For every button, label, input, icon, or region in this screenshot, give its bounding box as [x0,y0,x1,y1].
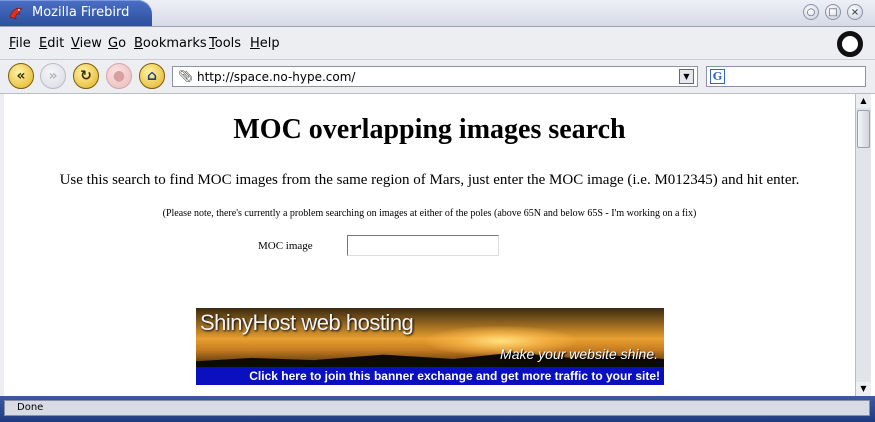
menu-help-accel: H [250,36,260,51]
menu-go[interactable]: Go [108,36,126,51]
forward-button[interactable]: » [40,63,66,89]
intro-text: Use this search to find MOC images from … [59,172,800,188]
menu-bookmarks-label: ookmarks [142,36,207,51]
menu-help-label: elp [259,36,280,51]
url-bar[interactable]: 📎︎ http://space.no-hype.com/ ▼ [172,66,698,87]
menu-view-label: iew [79,36,102,51]
window-title: Mozilla Firebird [32,5,130,20]
page-heading: MOC overlapping images search [233,114,626,145]
menu-go-accel: G [108,36,119,51]
poles-note: (Please note, there's currently a proble… [162,208,697,219]
back-icon: « [16,68,26,84]
maximize-button[interactable]: □ [825,4,841,20]
banner-brand: ShinyHost web hosting [200,310,414,335]
menu-help[interactable]: Help [250,36,280,51]
firebird-app-icon [9,7,23,20]
menu-tools-label: ools [214,36,242,51]
menu-file[interactable]: File [9,36,31,51]
menu-bar: File Edit View Go Bookmarks Tools Help [0,27,875,60]
close-button[interactable]: × [847,4,863,20]
scroll-thumb[interactable] [857,110,870,148]
arrow-down-icon: ▼ [860,384,867,393]
page-content: MOC overlapping images search Use this s… [4,94,855,396]
title-tab: Mozilla Firebird [0,0,152,26]
back-button[interactable]: « [8,63,34,89]
menu-edit[interactable]: Edit [39,36,64,51]
status-bar: Done [0,396,875,422]
throbber-icon[interactable] [837,31,863,57]
menu-bookmarks-accel: B [134,36,143,51]
title-bar: Mozilla Firebird ○ □ × [0,0,875,27]
menu-edit-label: dit [47,36,65,51]
banner-tagline: Make your website shine. [500,346,658,362]
stop-button[interactable]: ● [106,63,132,89]
maximize-icon: □ [828,6,838,18]
search-input[interactable] [729,68,861,85]
scroll-up-button[interactable]: ▲ [856,94,871,108]
navigation-toolbar: « » ↻ ● ⌂ 📎︎ http://space.no-hype.com/ ▼… [0,60,875,94]
arrow-up-icon: ▲ [860,96,867,105]
url-text[interactable]: http://space.no-hype.com/ [197,70,355,84]
url-history-dropdown-button[interactable]: ▼ [679,69,694,84]
reload-button[interactable]: ↻ [73,63,99,89]
menu-file-label: ile [15,36,31,51]
shinyhost-banner-ad[interactable]: ShinyHost web hosting Make your website … [196,308,664,385]
moc-image-input[interactable] [347,235,499,256]
home-button[interactable]: ⌂ [139,63,165,89]
chevron-down-icon: ▼ [683,72,690,81]
page-proxy-icon[interactable]: 📎︎ [178,69,193,83]
menu-view-accel: V [71,36,80,51]
minimize-button[interactable]: ○ [803,4,819,20]
google-search-engine-icon[interactable]: G [710,69,725,84]
vertical-scrollbar[interactable]: ▲ ▼ [855,94,871,396]
home-icon: ⌂ [146,68,158,84]
minimize-icon: ○ [806,6,816,18]
menu-go-label: o [118,36,127,51]
menu-edit-accel: E [39,36,48,51]
banner-exchange-link[interactable]: Click here to join this banner exchange … [249,369,660,383]
menu-view[interactable]: View [71,36,102,51]
menu-tools[interactable]: Tools [209,36,241,51]
close-icon: × [850,6,860,18]
reload-icon: ↻ [80,68,92,84]
status-text: Done [17,402,44,413]
scroll-down-button[interactable]: ▼ [856,382,871,396]
search-bar[interactable]: G [706,66,866,87]
menu-bookmarks[interactable]: Bookmarks [134,36,207,51]
stop-icon: ● [112,68,126,84]
status-panel: Done [4,400,870,416]
moc-image-label: MOC image [258,240,313,252]
forward-icon: » [48,68,58,84]
